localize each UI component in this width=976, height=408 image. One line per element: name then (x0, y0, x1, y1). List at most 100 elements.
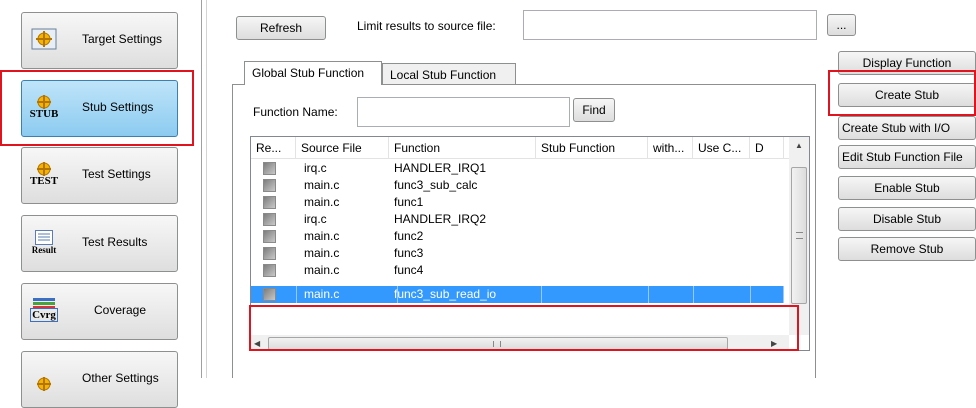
empty-cell (693, 286, 751, 303)
row-checkbox[interactable] (263, 264, 276, 277)
scroll-up-icon[interactable]: ▲ (789, 137, 809, 154)
grip-icon (493, 341, 501, 347)
nav-button-coverage[interactable]: Cvrg Coverage (21, 283, 178, 340)
empty-cell (750, 228, 783, 245)
table-row[interactable]: irq.c HANDLER_IRQ1 (251, 160, 783, 177)
row-checkbox[interactable] (263, 213, 276, 226)
row-checkbox-cell (251, 286, 297, 303)
nav-button-test-settings[interactable]: TEST Test Settings (21, 147, 178, 204)
stub-icon: STUB (30, 94, 58, 120)
row-checkbox[interactable] (263, 196, 276, 209)
table-row[interactable]: main.c func3_sub_read_io (251, 286, 784, 303)
result-icon: Result (31, 229, 57, 255)
empty-cell (750, 160, 783, 177)
function-cell: HANDLER_IRQ2 (394, 212, 487, 226)
function-cell: func2 (394, 229, 424, 243)
remove-stub-button[interactable]: Remove Stub (838, 237, 976, 261)
table-row[interactable]: main.c func1 (251, 194, 783, 211)
panel-divider (206, 0, 207, 378)
row-checkbox[interactable] (263, 179, 276, 192)
column-header[interactable]: Function (389, 137, 536, 159)
create-stub-button[interactable]: Create Stub (838, 83, 976, 107)
horizontal-scrollbar[interactable]: ◀ ▶ (251, 335, 789, 350)
source-file-cell: main.c (304, 263, 340, 277)
panel-divider (201, 0, 202, 378)
scroll-thumb[interactable] (268, 337, 728, 350)
column-header[interactable]: D (750, 137, 784, 159)
tab-local-stub-function[interactable]: Local Stub Function (382, 63, 516, 85)
row-checkbox-cell (251, 177, 296, 194)
browse-button[interactable]: ... (827, 14, 856, 36)
row-checkbox[interactable] (263, 162, 276, 175)
nav-label: Other Settings (82, 371, 159, 385)
nav-button-stub-settings[interactable]: STUB Stub Settings (21, 80, 178, 137)
scroll-right-icon[interactable]: ▶ (771, 335, 781, 350)
empty-cell (750, 245, 783, 262)
row-checkbox[interactable] (263, 230, 276, 243)
function-cell: func1 (394, 195, 424, 209)
empty-cell (536, 228, 648, 245)
empty-cell (536, 194, 648, 211)
source-file-input[interactable] (523, 10, 817, 40)
empty-cell (536, 160, 648, 177)
function-cell: func3_sub_calc (394, 178, 478, 192)
empty-cell (750, 286, 784, 303)
nav-button-other-settings[interactable]: Other Settings (21, 351, 178, 408)
empty-cell (693, 177, 750, 194)
function-cell: func3 (394, 246, 424, 260)
nav-label: Target Settings (82, 32, 163, 46)
table-row[interactable]: main.c func2 (251, 228, 783, 245)
nav-label: Test Results (82, 235, 148, 249)
coverage-icon: Cvrg (30, 297, 58, 323)
vertical-scrollbar[interactable]: ▲ (789, 137, 809, 335)
column-header[interactable]: Source File (296, 137, 389, 159)
function-name-label: Function Name: (253, 105, 338, 119)
column-header[interactable]: with... (648, 137, 693, 159)
row-checkbox[interactable] (263, 288, 276, 301)
table-header: Re... Source File Function Stub Function… (251, 137, 809, 159)
row-checkbox[interactable] (263, 247, 276, 260)
empty-cell (536, 211, 648, 228)
row-checkbox-cell (251, 262, 296, 279)
grip-icon (796, 232, 803, 239)
scroll-thumb[interactable] (791, 167, 807, 304)
tab-global-stub-function[interactable]: Global Stub Function (244, 61, 382, 85)
empty-cell (648, 286, 694, 303)
row-checkbox-cell (251, 228, 296, 245)
empty-cell (536, 262, 648, 279)
source-file-cell: main.c (304, 229, 340, 243)
row-checkbox-cell (251, 160, 296, 177)
enable-stub-button[interactable]: Enable Stub (838, 176, 976, 200)
column-header[interactable]: Stub Function (536, 137, 648, 159)
empty-cell (536, 286, 649, 303)
empty-cell (750, 194, 783, 211)
disable-stub-button[interactable]: Disable Stub (838, 207, 976, 231)
create-stub-io-button[interactable]: Create Stub with I/O (838, 116, 976, 140)
empty-cell (693, 245, 750, 262)
table-row[interactable]: main.c func3_sub_calc (251, 177, 783, 194)
edit-stub-file-button[interactable]: Edit Stub Function File (838, 145, 976, 169)
display-function-button[interactable]: Display Function (838, 51, 976, 75)
stub-function-table: Re... Source File Function Stub Function… (250, 136, 810, 351)
empty-cell (648, 228, 693, 245)
refresh-button[interactable]: Refresh (236, 16, 326, 40)
table-row[interactable]: main.c func3 (251, 245, 783, 262)
column-header[interactable]: Re... (251, 137, 296, 159)
nav-button-test-results[interactable]: Result Test Results (21, 215, 178, 272)
source-file-cell: main.c (296, 286, 398, 303)
empty-cell (693, 262, 750, 279)
table-row[interactable]: main.c func4 (251, 262, 783, 279)
limit-label: Limit results to source file: (357, 19, 496, 33)
source-file-cell: main.c (304, 195, 340, 209)
table-row[interactable]: irq.c HANDLER_IRQ2 (251, 211, 783, 228)
nav-button-target-settings[interactable]: Target Settings (21, 12, 178, 69)
source-file-cell: main.c (304, 246, 340, 260)
empty-cell (750, 262, 783, 279)
scroll-left-icon[interactable]: ◀ (254, 335, 264, 350)
function-name-input[interactable] (357, 97, 570, 127)
column-header[interactable]: Use C... (693, 137, 750, 159)
find-button[interactable]: Find (573, 98, 615, 122)
nav-label: Test Settings (82, 167, 151, 181)
nav-label: Stub Settings (82, 100, 154, 114)
empty-cell (648, 177, 693, 194)
